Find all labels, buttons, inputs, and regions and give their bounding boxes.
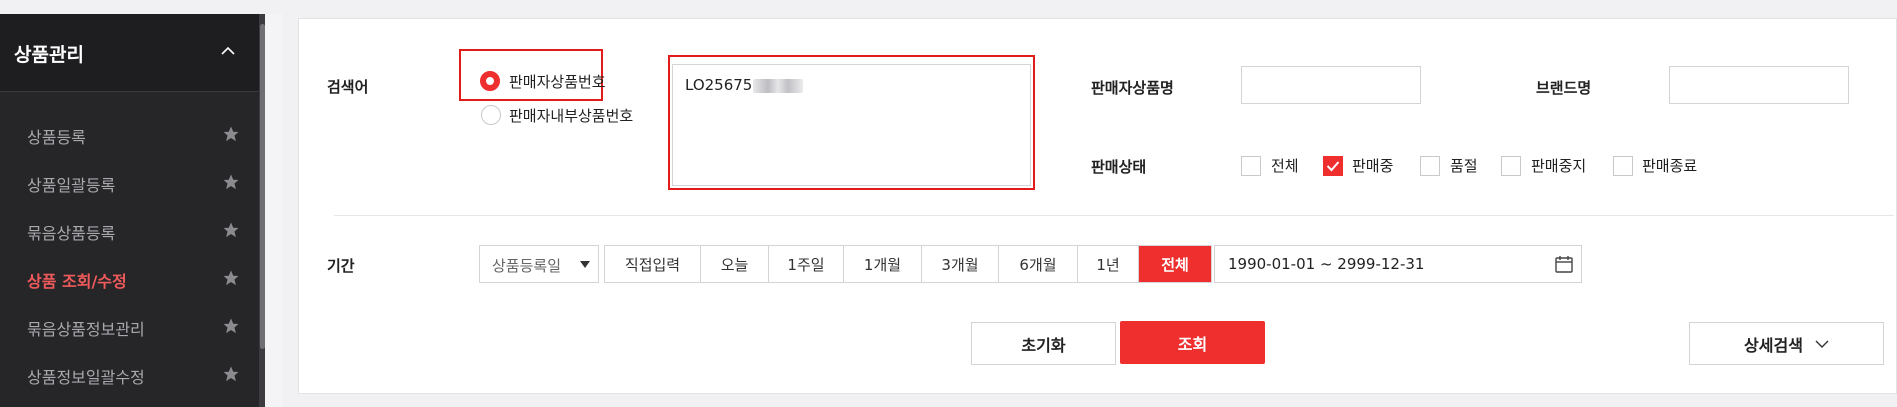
checkbox-sale-ended[interactable] — [1613, 156, 1633, 176]
sidebar: 상품관리 상품등록 상품일괄등록 묶음상품등록 상품 조회/수정 묶음상품정보관… — [0, 14, 265, 407]
radio-label: 판매자내부상품번호 — [509, 107, 634, 125]
checkbox-sold-out[interactable] — [1420, 156, 1440, 176]
sidebar-item-bulk-register[interactable]: 상품일괄등록 — [0, 160, 259, 208]
brand-label: 브랜드명 — [1536, 79, 1592, 97]
chevron-down-icon — [1815, 340, 1829, 348]
keyword-value: LO25675 — [685, 76, 753, 94]
date-range-value: 1990-01-01 ~ 2999-12-31 — [1228, 255, 1425, 273]
star-icon[interactable] — [222, 221, 240, 239]
period-all-button[interactable]: 전체 — [1139, 246, 1211, 282]
caret-down-icon — [580, 261, 590, 268]
checkbox-all[interactable] — [1241, 156, 1261, 176]
star-icon[interactable] — [222, 365, 240, 383]
checkbox-sale-suspended[interactable] — [1501, 156, 1521, 176]
product-name-input[interactable] — [1241, 66, 1421, 104]
sidebar-item-label: 상품일괄등록 — [27, 176, 116, 195]
check-icon — [1326, 161, 1340, 172]
date-type-value: 상품등록일 — [492, 257, 562, 275]
sidebar-item-label: 상품정보일괄수정 — [27, 368, 145, 387]
checkbox-label: 품절 — [1450, 157, 1478, 175]
sidebar-item-label: 묶음상품정보관리 — [27, 320, 145, 339]
main-gutter — [265, 14, 283, 407]
product-name-label: 판매자상품명 — [1091, 79, 1174, 97]
detail-search-button[interactable]: 상세검색 — [1689, 322, 1884, 365]
period-6months-button[interactable]: 6개월 — [999, 246, 1078, 282]
section-divider — [334, 215, 1894, 216]
reset-button[interactable]: 초기화 — [971, 322, 1116, 365]
sidebar-header[interactable]: 상품관리 — [0, 14, 259, 92]
keyword-textarea[interactable]: LO25675 — [672, 64, 1031, 186]
star-icon[interactable] — [222, 317, 240, 335]
checkbox-label: 판매중 — [1352, 157, 1394, 175]
checkbox-label: 전체 — [1271, 157, 1299, 175]
keyword-label: 검색어 — [327, 78, 369, 96]
calendar-icon[interactable] — [1554, 254, 1574, 274]
period-1month-button[interactable]: 1개월 — [844, 246, 922, 282]
checkbox-label: 판매종료 — [1642, 157, 1698, 175]
period-3months-button[interactable]: 3개월 — [922, 246, 999, 282]
checkbox-on-sale[interactable] — [1323, 156, 1343, 176]
star-icon[interactable] — [222, 173, 240, 191]
search-button[interactable]: 조회 — [1120, 321, 1265, 364]
redacted-text — [753, 78, 804, 93]
period-label: 기간 — [327, 257, 355, 275]
radio-seller-product-number[interactable] — [480, 71, 500, 91]
star-icon[interactable] — [222, 269, 240, 287]
detail-search-label: 상세검색 — [1744, 335, 1803, 355]
star-icon[interactable] — [222, 125, 240, 143]
brand-input[interactable] — [1669, 66, 1849, 104]
period-today-button[interactable]: 오늘 — [701, 246, 769, 282]
sidebar-item-bundle-info[interactable]: 묶음상품정보관리 — [0, 304, 259, 352]
sale-status-label: 판매상태 — [1091, 158, 1147, 176]
radio-seller-internal-product-number[interactable] — [481, 105, 501, 125]
checkbox-label: 판매중지 — [1531, 157, 1587, 175]
period-direct-input-button[interactable]: 직접입력 — [605, 246, 701, 282]
sidebar-item-product-search-edit[interactable]: 상품 조회/수정 — [0, 256, 259, 304]
date-range-input[interactable]: 1990-01-01 ~ 2999-12-31 — [1214, 245, 1582, 283]
sidebar-item-bulk-edit[interactable]: 상품정보일괄수정 — [0, 352, 259, 400]
radio-label: 판매자상품번호 — [509, 73, 606, 91]
period-1year-button[interactable]: 1년 — [1078, 246, 1139, 282]
date-type-select[interactable]: 상품등록일 — [479, 245, 599, 283]
period-button-group: 직접입력 오늘 1주일 1개월 3개월 6개월 1년 전체 — [604, 245, 1212, 283]
period-1week-button[interactable]: 1주일 — [769, 246, 844, 282]
sidebar-item-label: 상품 조회/수정 — [27, 272, 127, 291]
sidebar-title: 상품관리 — [14, 44, 84, 66]
sidebar-item-bundle-register[interactable]: 묶음상품등록 — [0, 208, 259, 256]
sidebar-item-product-register[interactable]: 상품등록 — [0, 112, 259, 160]
sidebar-item-label: 묶음상품등록 — [27, 224, 116, 243]
chevron-up-icon[interactable] — [220, 46, 236, 56]
sidebar-item-label: 상품등록 — [27, 128, 86, 147]
